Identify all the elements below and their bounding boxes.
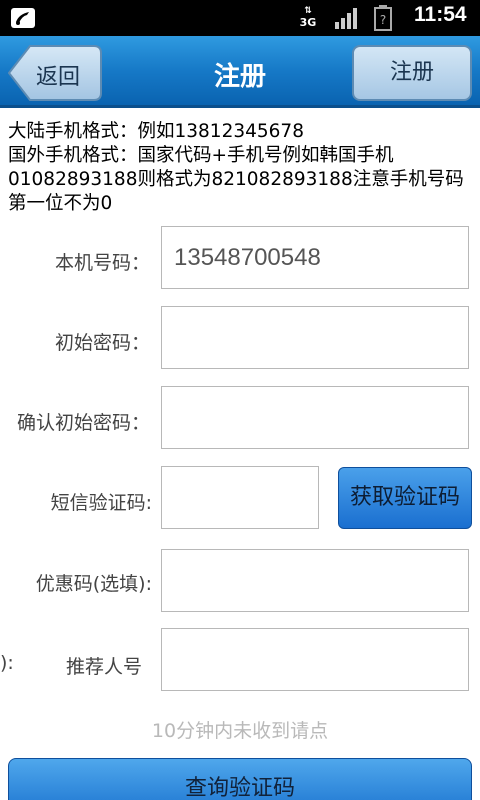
- phone-label: 本机号码：: [54, 252, 150, 274]
- info-line-foreign: 国外手机格式：国家代码+手机号例如韩国手机01082893188则格式为8210…: [8, 145, 464, 214]
- password-input[interactable]: [161, 306, 469, 369]
- get-sms-code-button[interactable]: 获取验证码: [338, 467, 472, 529]
- info-line-domestic: 大陆手机格式：例如13812345678: [8, 121, 304, 142]
- referrer-input[interactable]: [161, 628, 469, 691]
- svg-text:?: ?: [380, 13, 386, 27]
- signal-icon: [335, 8, 357, 29]
- coupon-input[interactable]: [161, 549, 469, 612]
- confirm-password-label: 确认初始密码：: [16, 412, 150, 434]
- phone-format-info: 大陆手机格式：例如13812345678 国外手机格式：国家代码+手机号例如韩国…: [8, 120, 472, 216]
- sms-code-label: 短信验证码:: [50, 492, 152, 514]
- notification-icon: [11, 8, 35, 28]
- query-code-button[interactable]: 查询验证码: [8, 758, 472, 800]
- register-button[interactable]: 注册: [352, 45, 472, 101]
- phone-input[interactable]: 13548700548: [161, 226, 469, 289]
- sms-code-input[interactable]: [161, 466, 319, 529]
- status-time: 11:54: [414, 3, 467, 26]
- battery-unknown-icon: ?: [374, 5, 392, 31]
- status-bar: ⇅ 3G ? 11:54: [0, 0, 480, 36]
- referrer-label-fragment: ):: [0, 652, 14, 674]
- data-transfer-icon: ⇅ 3G: [299, 6, 317, 29]
- password-label: 初始密码：: [54, 332, 150, 354]
- coupon-label: 优惠码(选填):: [35, 573, 152, 595]
- confirm-password-input[interactable]: [161, 386, 469, 449]
- resend-note: 10分钟内未收到请点: [151, 720, 329, 742]
- referrer-label: 推荐人号: [66, 656, 143, 678]
